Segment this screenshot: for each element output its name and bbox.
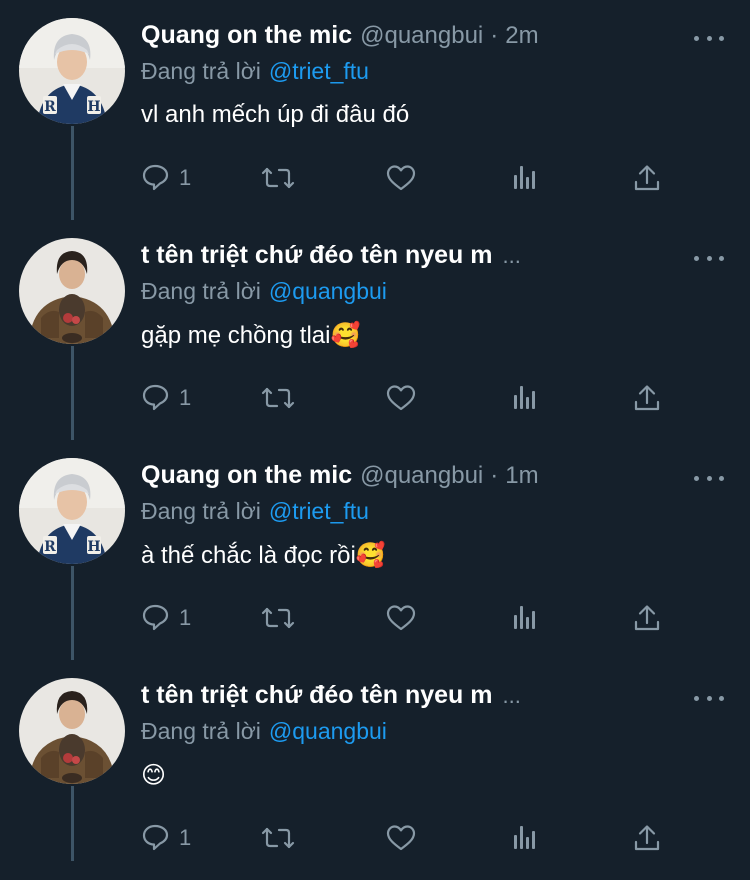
reply-button[interactable]: 1 <box>141 380 191 416</box>
avatar[interactable] <box>19 678 125 784</box>
name-truncation: ... <box>502 683 521 708</box>
replying-to-label: Đang trả lời <box>141 58 261 84</box>
emoji: 😊 <box>141 761 167 789</box>
reply-icon <box>142 164 169 191</box>
tweet-header: Quang on the mic @quangbui · 1m <box>141 461 539 493</box>
replying-to-label: Đang trả lời <box>141 278 261 304</box>
share-button[interactable] <box>633 820 661 856</box>
more-options-icon[interactable] <box>694 248 724 268</box>
tweet-text: 😊 <box>141 761 166 790</box>
avatar[interactable] <box>19 238 125 344</box>
mention-link[interactable]: @triet_ftu <box>269 58 369 84</box>
share-button[interactable] <box>633 600 661 636</box>
tweet-text-content: à thế chắc là đọc rồi <box>141 542 356 569</box>
author-name[interactable]: Quang on the mic <box>141 461 352 490</box>
analytics-button[interactable] <box>510 600 538 636</box>
analytics-icon <box>514 386 535 409</box>
retweet-button[interactable] <box>260 820 296 856</box>
reply-count: 1 <box>179 385 192 410</box>
like-button[interactable] <box>385 600 417 636</box>
like-icon <box>386 605 416 631</box>
more-options-icon[interactable] <box>694 28 724 48</box>
separator: · <box>490 462 499 489</box>
like-button[interactable] <box>385 380 417 416</box>
author-handle[interactable]: @quangbui <box>360 462 483 490</box>
like-button[interactable] <box>385 160 417 196</box>
replying-to: Đang trả lời @quangbui <box>141 278 387 305</box>
replying-to: Đang trả lời @triet_ftu <box>141 498 369 525</box>
tweet-actions: 1 <box>141 380 671 416</box>
reply-icon <box>142 824 169 851</box>
tweet[interactable]: t tên triệt chứ đéo tên nyeu m ... Đang … <box>0 660 750 880</box>
replying-to-label: Đang trả lời <box>141 718 261 744</box>
mention-link[interactable]: @quangbui <box>269 278 387 304</box>
reply-count: 1 <box>179 825 192 850</box>
analytics-button[interactable] <box>510 160 538 196</box>
retweet-icon <box>261 387 295 409</box>
tweet-header: t tên triệt chứ đéo tên nyeu m ... <box>141 241 521 273</box>
analytics-icon <box>514 606 535 629</box>
reply-button[interactable]: 1 <box>141 820 191 856</box>
avatar[interactable] <box>19 18 125 124</box>
reply-icon <box>142 384 169 411</box>
replying-to-label: Đang trả lời <box>141 498 261 524</box>
tweet[interactable]: Quang on the mic @quangbui · 1m Đang trả… <box>0 440 750 660</box>
author-name[interactable]: t tên triệt chứ đéo tên nyeu m <box>141 681 492 710</box>
tweet-actions: 1 <box>141 820 671 856</box>
analytics-icon <box>514 826 535 849</box>
analytics-button[interactable] <box>510 380 538 416</box>
tweet-text: gặp mẹ chồng tlai🥰 <box>141 321 360 350</box>
tweet-actions: 1 <box>141 600 671 636</box>
mention-link[interactable]: @triet_ftu <box>269 498 369 524</box>
share-icon <box>634 165 660 191</box>
replying-to: Đang trả lời @quangbui <box>141 718 387 745</box>
timestamp[interactable]: 1m <box>505 462 538 490</box>
like-button[interactable] <box>385 820 417 856</box>
tweet-header: Quang on the mic @quangbui · 2m <box>141 21 539 53</box>
more-options-icon[interactable] <box>694 468 724 488</box>
tweet[interactable]: Quang on the mic @quangbui · 2m Đang trả… <box>0 0 750 220</box>
tweet-actions: 1 <box>141 160 671 196</box>
retweet-button[interactable] <box>260 600 296 636</box>
avatar[interactable] <box>19 458 125 564</box>
emoji: 🥰 <box>330 321 361 349</box>
analytics-icon <box>514 166 535 189</box>
analytics-button[interactable] <box>510 820 538 856</box>
timestamp[interactable]: 2m <box>505 22 538 50</box>
more-options-icon[interactable] <box>694 688 724 708</box>
share-button[interactable] <box>633 160 661 196</box>
like-icon <box>386 165 416 191</box>
share-icon <box>634 385 660 411</box>
retweet-icon <box>261 167 295 189</box>
retweet-icon <box>261 827 295 849</box>
emoji: 🥰 <box>355 541 386 569</box>
tweet-text-content: gặp mẹ chồng tlai <box>141 322 331 349</box>
replying-to: Đang trả lời @triet_ftu <box>141 58 369 85</box>
separator: · <box>490 22 499 49</box>
tweet[interactable]: t tên triệt chứ đéo tên nyeu m ... Đang … <box>0 220 750 440</box>
share-icon <box>634 825 660 851</box>
conversation-thread: Quang on the mic @quangbui · 2m Đang trả… <box>0 0 750 861</box>
share-icon <box>634 605 660 631</box>
reply-button[interactable]: 1 <box>141 600 191 636</box>
tweet-header: t tên triệt chứ đéo tên nyeu m ... <box>141 681 521 713</box>
name-truncation: ... <box>502 243 521 268</box>
like-icon <box>386 825 416 851</box>
author-name[interactable]: Quang on the mic <box>141 21 352 50</box>
retweet-icon <box>261 607 295 629</box>
author-name[interactable]: t tên triệt chứ đéo tên nyeu m <box>141 241 492 270</box>
reply-count: 1 <box>179 605 192 630</box>
tweet-text: vl anh mếch úp đi đâu đó <box>141 101 410 128</box>
tweet-text: à thế chắc là đọc rồi🥰 <box>141 541 386 570</box>
mention-link[interactable]: @quangbui <box>269 718 387 744</box>
like-icon <box>386 385 416 411</box>
reply-icon <box>142 604 169 631</box>
reply-count: 1 <box>179 165 192 190</box>
reply-button[interactable]: 1 <box>141 160 191 196</box>
retweet-button[interactable] <box>260 380 296 416</box>
retweet-button[interactable] <box>260 160 296 196</box>
author-handle[interactable]: @quangbui <box>360 22 483 50</box>
share-button[interactable] <box>633 380 661 416</box>
